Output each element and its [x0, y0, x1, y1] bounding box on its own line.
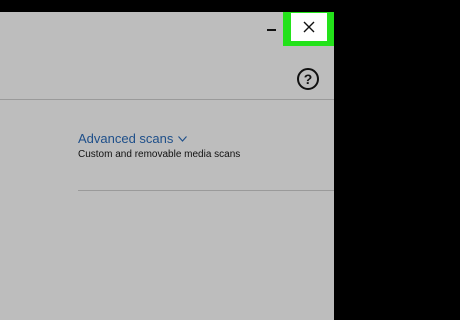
divider	[78, 190, 334, 191]
close-button[interactable]	[283, 12, 334, 46]
help-icon: ?	[303, 71, 313, 87]
minimize-icon	[266, 29, 276, 31]
help-button[interactable]: ?	[297, 68, 319, 90]
chevron-down-icon	[178, 135, 188, 142]
app-window: ? Advanced scans Custom and removable me…	[0, 12, 334, 320]
close-button-face	[290, 13, 327, 41]
divider	[0, 99, 334, 100]
advanced-scans-label: Advanced scans	[78, 131, 174, 146]
advanced-scans-link[interactable]: Advanced scans	[78, 131, 188, 146]
title-bar	[0, 12, 334, 48]
advanced-scans-description: Custom and removable media scans	[78, 149, 241, 160]
minimize-button[interactable]	[264, 22, 278, 38]
close-icon	[303, 21, 314, 33]
